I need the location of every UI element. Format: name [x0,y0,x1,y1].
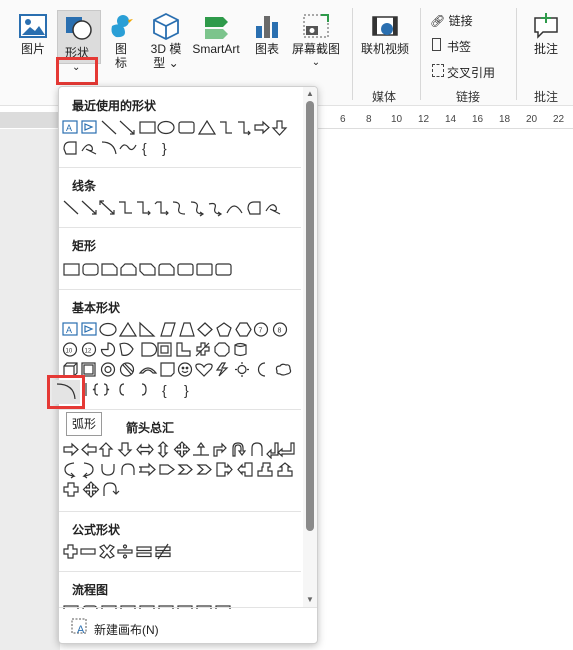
rectangles-row[interactable] [62,261,297,279]
bar-chart-icon [256,16,278,38]
video-icon [372,16,398,36]
svg-text:}: } [162,140,167,156]
comments-group-label: 批注 [534,90,559,104]
rectangles-title: 矩形 [72,239,97,253]
bookmark-label: 书签 [447,40,472,54]
recent-shapes-title: 最近使用的形状 [72,99,157,113]
picture-button[interactable]: 图片 [14,12,52,56]
block-arrows-row-3[interactable] [62,481,297,499]
ruler-tick: 6 [340,114,346,125]
shapes-dropdown-chevron-icon[interactable]: ⌄ [72,62,80,73]
basic-shapes-row-2[interactable]: 10 12 [62,341,297,359]
recent-shapes-row-1[interactable]: A [62,119,297,137]
basic-shapes-row-1[interactable]: A 7 8 [62,321,297,339]
recent-shapes-row-2[interactable]: {} [62,139,297,157]
screenshot-icon [303,14,329,38]
comment-icon [534,13,558,39]
basic-shapes-row-3[interactable] [62,361,297,379]
svg-text:{: { [162,382,167,398]
basic-shapes-title: 基本形状 [72,301,121,315]
link-label: 链接 [448,14,473,28]
new-canvas-label: 新建画布(N) [94,623,159,637]
lines-row[interactable] [62,199,297,217]
bookmark-button[interactable]: 书签 [432,38,471,55]
scroll-down-icon[interactable]: ▼ [306,595,314,604]
online-video-button[interactable]: 联机视频 [360,12,410,56]
smartart-icon [205,17,228,39]
flowchart-title: 流程图 [72,583,109,597]
arc-tooltip: 弧形 [66,412,103,436]
svg-text:A: A [66,325,72,335]
svg-text:10: 10 [66,349,73,355]
smartart-label: SmartArt [192,42,240,56]
menu-scrollbar[interactable]: ▲ ▼ [303,87,317,607]
crossref-label: 交叉引用 [447,66,496,80]
links-group-label: 链接 [456,90,481,104]
chart-label: 图表 [254,42,279,56]
scroll-up-icon[interactable]: ▲ [306,89,314,98]
svg-text:8: 8 [278,328,282,335]
svg-text:12: 12 [85,349,92,355]
new-canvas-item[interactable]: A 新建画布(N) [59,607,317,643]
comment-button[interactable]: 批注 [528,12,564,56]
link-icon: 🔗︎ [430,14,446,28]
ruler-tick: 20 [526,114,538,125]
3d-model-button[interactable]: 3D 模型 ⌄ [146,12,186,70]
lines-title: 线条 [72,179,97,193]
arc-shape-highlight [47,375,85,409]
shapes-button[interactable]: 形状 [57,10,101,64]
picture-label: 图片 [20,42,45,56]
canvas-icon: A [71,618,87,636]
shapes-menu: 最近使用的形状 A {} 线条 矩形 基本形状 A 7 8 10 12 {} … [58,86,318,644]
chart-button[interactable]: 图表 [250,12,284,56]
ruler-tick: 16 [472,114,484,125]
ruler-tick: 22 [553,114,565,125]
equation-shapes-row[interactable] [62,543,297,561]
screenshot-button[interactable]: 屏幕截图 ⌄ [290,12,342,70]
ruler-tick: 14 [445,114,457,125]
svg-text:A: A [66,123,72,133]
svg-text:A: A [77,624,85,636]
scrollbar-thumb[interactable] [306,101,314,531]
online-video-label: 联机视频 [360,42,409,56]
screenshot-label: 屏幕截图 [291,42,340,56]
ruler-tick: 10 [391,114,403,125]
basic-shapes-row-4[interactable]: {} [62,381,297,399]
icons-button[interactable]: 图标 [106,12,136,70]
picture-icon [19,14,47,38]
svg-text:}: } [184,382,189,398]
equation-shapes-title: 公式形状 [72,523,121,537]
media-group-label: 媒体 [372,90,397,104]
block-arrows-row-2[interactable] [62,461,297,479]
comment-label: 批注 [533,42,558,56]
block-arrows-row-1[interactable] [62,441,297,459]
ruler-tick: 12 [418,114,430,125]
icons-icon [111,15,133,38]
bookmark-icon [432,38,441,51]
ruler-tick: 8 [366,114,372,125]
cube-icon [153,12,179,40]
svg-text:7: 7 [259,328,263,335]
crossref-button[interactable]: 交叉引用 [432,64,495,81]
link-button[interactable]: 🔗︎ 链接 [430,12,473,29]
shapes-icon [66,17,92,40]
smartart-button[interactable]: SmartArt [188,12,244,56]
ruler-tick: 18 [499,114,511,125]
icons-label: 图标 [114,42,127,70]
ruler: 6 8 10 12 14 16 18 20 22 [318,112,573,129]
3d-model-label: 3D 模型 ⌄ [150,42,182,70]
crossref-icon [432,64,444,77]
screenshot-chevron-icon[interactable]: ⌄ [290,56,342,70]
svg-text:{: { [142,140,147,156]
